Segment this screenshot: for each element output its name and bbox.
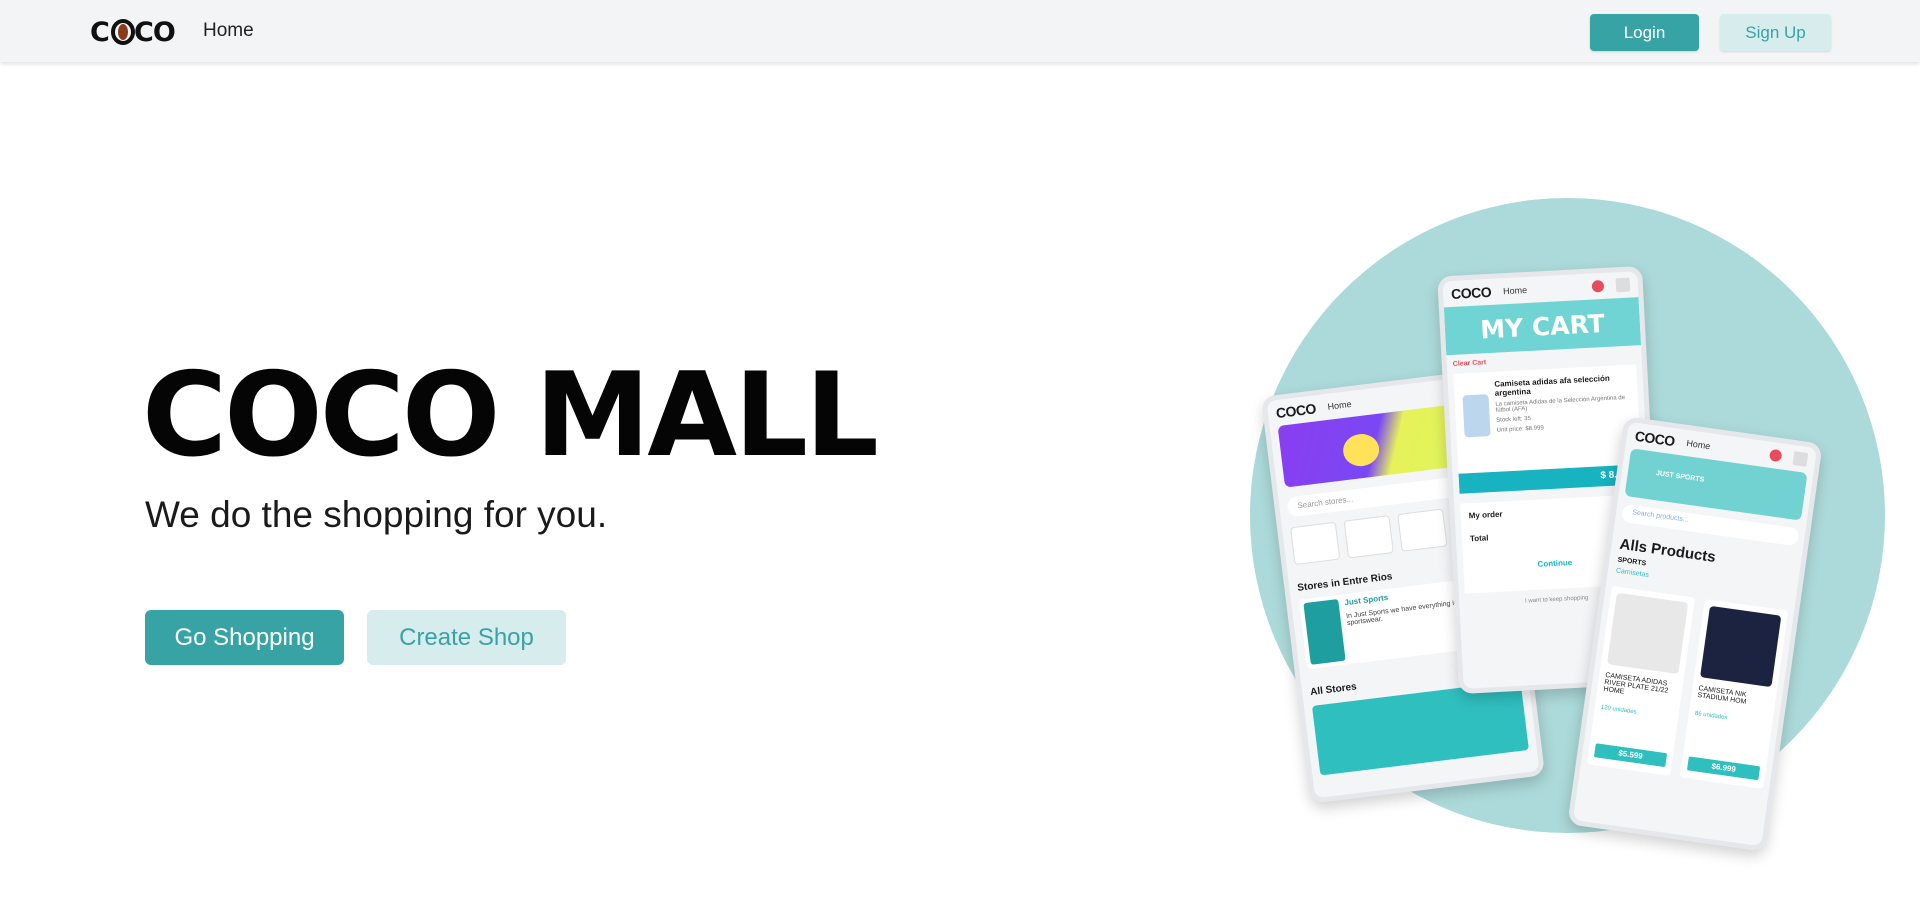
cart-icon [1591,279,1605,293]
cart-item: Camiseta adidas afa selección argentina … [1453,364,1642,474]
hero-title: COCO MALL [142,348,879,483]
hero-illustration: COCO Home Search stores... Stores in Ent… [1245,195,1890,855]
category-icon [1343,515,1394,559]
svg-text:CO: CO [134,18,175,46]
cart-icon [1768,448,1783,463]
signup-button[interactable]: Sign Up [1720,14,1831,51]
cart-banner: MY CART [1443,297,1642,356]
product-card: CAMISETA ADIDAS RIVER PLATE 21/22 HOME 1… [1586,585,1696,776]
product-image [1606,592,1689,675]
product-grid: CAMISETA ADIDAS RIVER PLATE 21/22 HOME 1… [1586,585,1789,789]
cart-item-title: Camiseta adidas afa selección argentina [1494,373,1611,398]
mockup-home-link: Home [1685,438,1711,452]
login-button[interactable]: Login [1590,14,1699,51]
hero-subtitle: We do the shopping for you. [145,494,608,535]
go-shopping-button[interactable]: Go Shopping [145,610,344,665]
product-name: CAMISETA ADIDAS RIVER PLATE 21/22 HOME [1602,671,1669,696]
product-price: $5.599 [1593,743,1668,768]
mockup-logo: COCO [1633,427,1676,450]
close-icon [1792,451,1809,467]
category-icon [1290,521,1341,566]
product-name: CAMISETA NIK STADIUM HOM [1696,685,1747,706]
mockup-home-link: Home [1502,284,1528,297]
product-price: $6.999 [1686,756,1761,781]
svg-text:C: C [90,18,109,46]
category-icon [1397,508,1448,552]
product-units: 86 unidades [1694,710,1728,722]
coco-logo[interactable]: C CO [90,18,182,46]
nav-home-link[interactable]: Home [203,20,254,42]
mockup-home-link: Home [1326,398,1353,412]
mockup-logo: COCO [1450,283,1492,302]
product-units: 120 unidades [1600,704,1637,716]
close-icon [1615,277,1631,293]
navbar: C CO Home Login Sign Up [0,0,1920,62]
shirt-image [1462,394,1492,438]
mockup-logo: COCO [1275,400,1317,422]
product-card: CAMISETA NIK STADIUM HOM 86 unidades $6.… [1679,599,1789,789]
create-shop-button[interactable]: Create Shop [367,610,566,665]
total-label: Total [1469,533,1489,544]
all-stores-card [1311,680,1529,776]
store-image [1303,599,1346,665]
product-image [1700,605,1782,688]
